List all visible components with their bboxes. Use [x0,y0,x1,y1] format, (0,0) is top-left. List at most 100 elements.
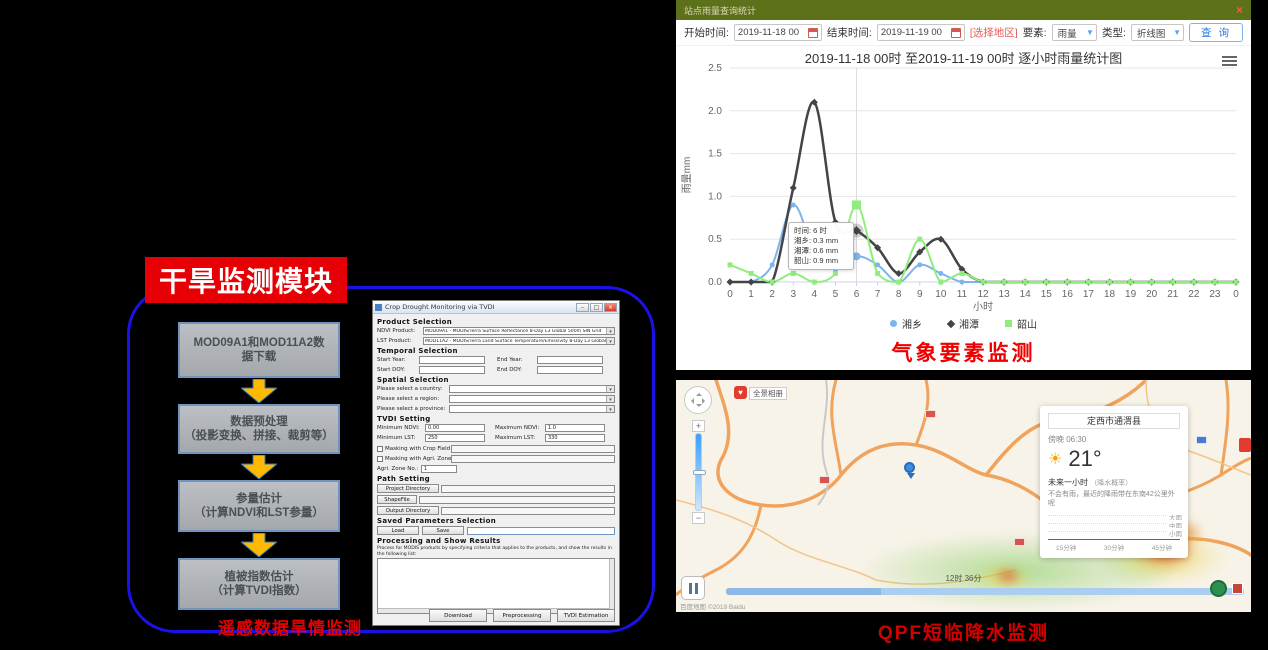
legend-label: 湘潭 [959,316,979,331]
poi-marker-icon[interactable]: ♥ [734,386,747,399]
zoom-out-button[interactable]: − [692,512,705,524]
mask-crop-field[interactable] [451,445,615,453]
pause-button[interactable] [681,576,705,600]
load-button[interactable]: Load [377,526,419,535]
output-directory-button[interactable]: Output Directory [377,506,439,515]
region-label: Please select a region: [377,396,449,402]
province-select[interactable]: ▾ [449,405,615,413]
start-year-label: Start Year: [377,357,419,363]
qpf-caption: QPF短临降水监测 [676,618,1251,645]
poi-marker-label: 全景相册 [749,387,787,400]
select-region-button[interactable]: [选择地区] [970,25,1018,40]
section-tvdi: TVDI Setting [377,415,615,423]
svg-text:小时: 小时 [973,301,993,313]
edge-marker-icon[interactable] [1239,438,1251,452]
legend-item[interactable]: 韶山 [1005,316,1037,331]
mask-agri-checkbox[interactable] [377,456,383,462]
shapefile-button[interactable]: ShapeFile [377,495,417,504]
svg-text:23: 23 [1209,289,1221,300]
vertical-scrollbar[interactable] [609,559,614,613]
qpf-map[interactable]: + − ♥ 全景相册 定西市通渭县 傍晚 06:30 ☀ 21° 未来一小时 （… [676,380,1251,612]
svg-text:1: 1 [748,289,754,300]
results-list[interactable] [377,558,615,614]
svg-text:雨量mm: 雨量mm [681,157,693,194]
output-directory-field[interactable] [441,507,615,515]
zoom-slider-handle[interactable] [693,470,706,475]
rainfall-query-window: 站点雨量查询统计 × 开始时间: 结束时间: [选择地区] 要素: 雨量 ▼ 类… [676,0,1251,370]
project-directory-field[interactable] [441,485,615,493]
chevron-down-icon: ▾ [606,406,614,412]
download-button[interactable]: Download [429,609,487,622]
popup-county-button[interactable]: 定西市通渭县 [1048,413,1180,429]
map-zoom-control[interactable]: + − [692,420,705,524]
chevron-down-icon: ▼ [1086,28,1094,37]
shapefile-field[interactable] [419,496,615,504]
svg-text:8: 8 [896,289,902,300]
section-product: Product Selection [377,318,615,326]
start-year-field[interactable] [419,356,485,364]
mask-agri-field[interactable] [451,455,615,463]
save-button[interactable]: Save [422,526,464,535]
dialog-title: Crop Drought Monitoring via TVDI [385,303,575,311]
playback-timestamp: 12时 36分 [676,573,1251,584]
min-ndvi-field[interactable]: 0.00 [425,424,485,432]
weather-popup: 定西市通渭县 傍晚 06:30 ☀ 21° 未来一小时 （降水概率） 不会有雨，… [1040,406,1188,558]
square-marker-icon [1005,320,1012,327]
mask-agri-label: Masking with Agri. Zone [385,456,451,462]
min-lst-field[interactable]: 250 [425,434,485,442]
processing-description: Process for MODIS products by specifying… [377,546,615,557]
type-label: 类型: [1102,25,1126,40]
legend-item[interactable]: 湘乡 [890,316,922,331]
end-year-label: End Year: [497,357,537,363]
flow-box-line: 据下载 [242,350,277,364]
start-doy-field[interactable] [419,366,485,374]
playback-slider[interactable] [726,588,1244,595]
flow-arrow-icon [241,379,277,403]
close-icon[interactable]: × [1236,4,1243,16]
saved-params-field[interactable] [467,527,615,535]
close-button[interactable]: × [604,303,617,312]
zoom-in-button[interactable]: + [692,420,705,432]
calendar-icon[interactable] [951,28,961,38]
svg-text:1.5: 1.5 [708,149,722,160]
flow-box-line: 植被指数估计 [225,570,294,584]
max-lst-label: Maximum LST: [495,435,545,441]
query-button[interactable]: 查 询 [1189,23,1243,42]
location-pin-icon[interactable] [904,462,915,483]
start-time-input[interactable] [734,24,822,41]
project-directory-button[interactable]: Project Directory [377,484,439,493]
map-pan-control[interactable] [684,386,712,414]
map-logo-icon [1210,580,1227,597]
dialog-titlebar[interactable]: Crop Drought Monitoring via TVDI – □ × [373,301,619,314]
flow-arrow-icon [241,455,277,479]
svg-text:15: 15 [1041,289,1053,300]
max-lst-field[interactable]: 330 [545,434,605,442]
maximize-button[interactable]: □ [590,303,603,312]
element-select[interactable]: 雨量 ▼ [1052,24,1097,41]
country-label: Please select a country: [377,386,449,392]
tvdi-estimation-button[interactable]: TVDI Estimation [557,609,615,622]
minimize-button[interactable]: – [576,303,589,312]
ndvi-product-select[interactable]: MOD09A1 - MODIS/Terra Surface Reflectanc… [423,327,615,335]
flow-box-download: MOD09A1和MOD11A2数 据下载 [178,322,340,378]
type-select[interactable]: 折线图 ▼ [1131,24,1184,41]
legend-item[interactable]: 湘潭 [948,316,979,331]
max-ndvi-field[interactable]: 1.0 [545,424,605,432]
flow-box-line: （计算NDVI和LST参量） [194,506,324,520]
window-titlebar[interactable]: 站点雨量查询统计 × [676,0,1251,20]
agri-no-field[interactable]: 1 [421,465,457,473]
rainfall-chart: 0.00.51.01.52.02.50123456789101112131415… [676,60,1251,318]
preprocessing-button[interactable]: Preprocessing [493,609,551,622]
section-spatial: Spatial Selection [377,376,615,384]
lst-product-select[interactable]: MOD11A2 - MODIS/Terra Land Surface Tempe… [423,337,615,345]
zoom-slider[interactable] [695,433,702,511]
calendar-icon[interactable] [808,28,818,38]
mask-crop-checkbox[interactable] [377,446,383,452]
country-select[interactable]: ▾ [449,385,615,393]
end-doy-field[interactable] [537,366,603,374]
timeline-tick: 30分钟 [1104,542,1124,552]
region-select[interactable]: ▾ [449,395,615,403]
end-time-input[interactable] [877,24,965,41]
end-year-field[interactable] [537,356,603,364]
map-mini-icon[interactable] [1232,583,1243,594]
